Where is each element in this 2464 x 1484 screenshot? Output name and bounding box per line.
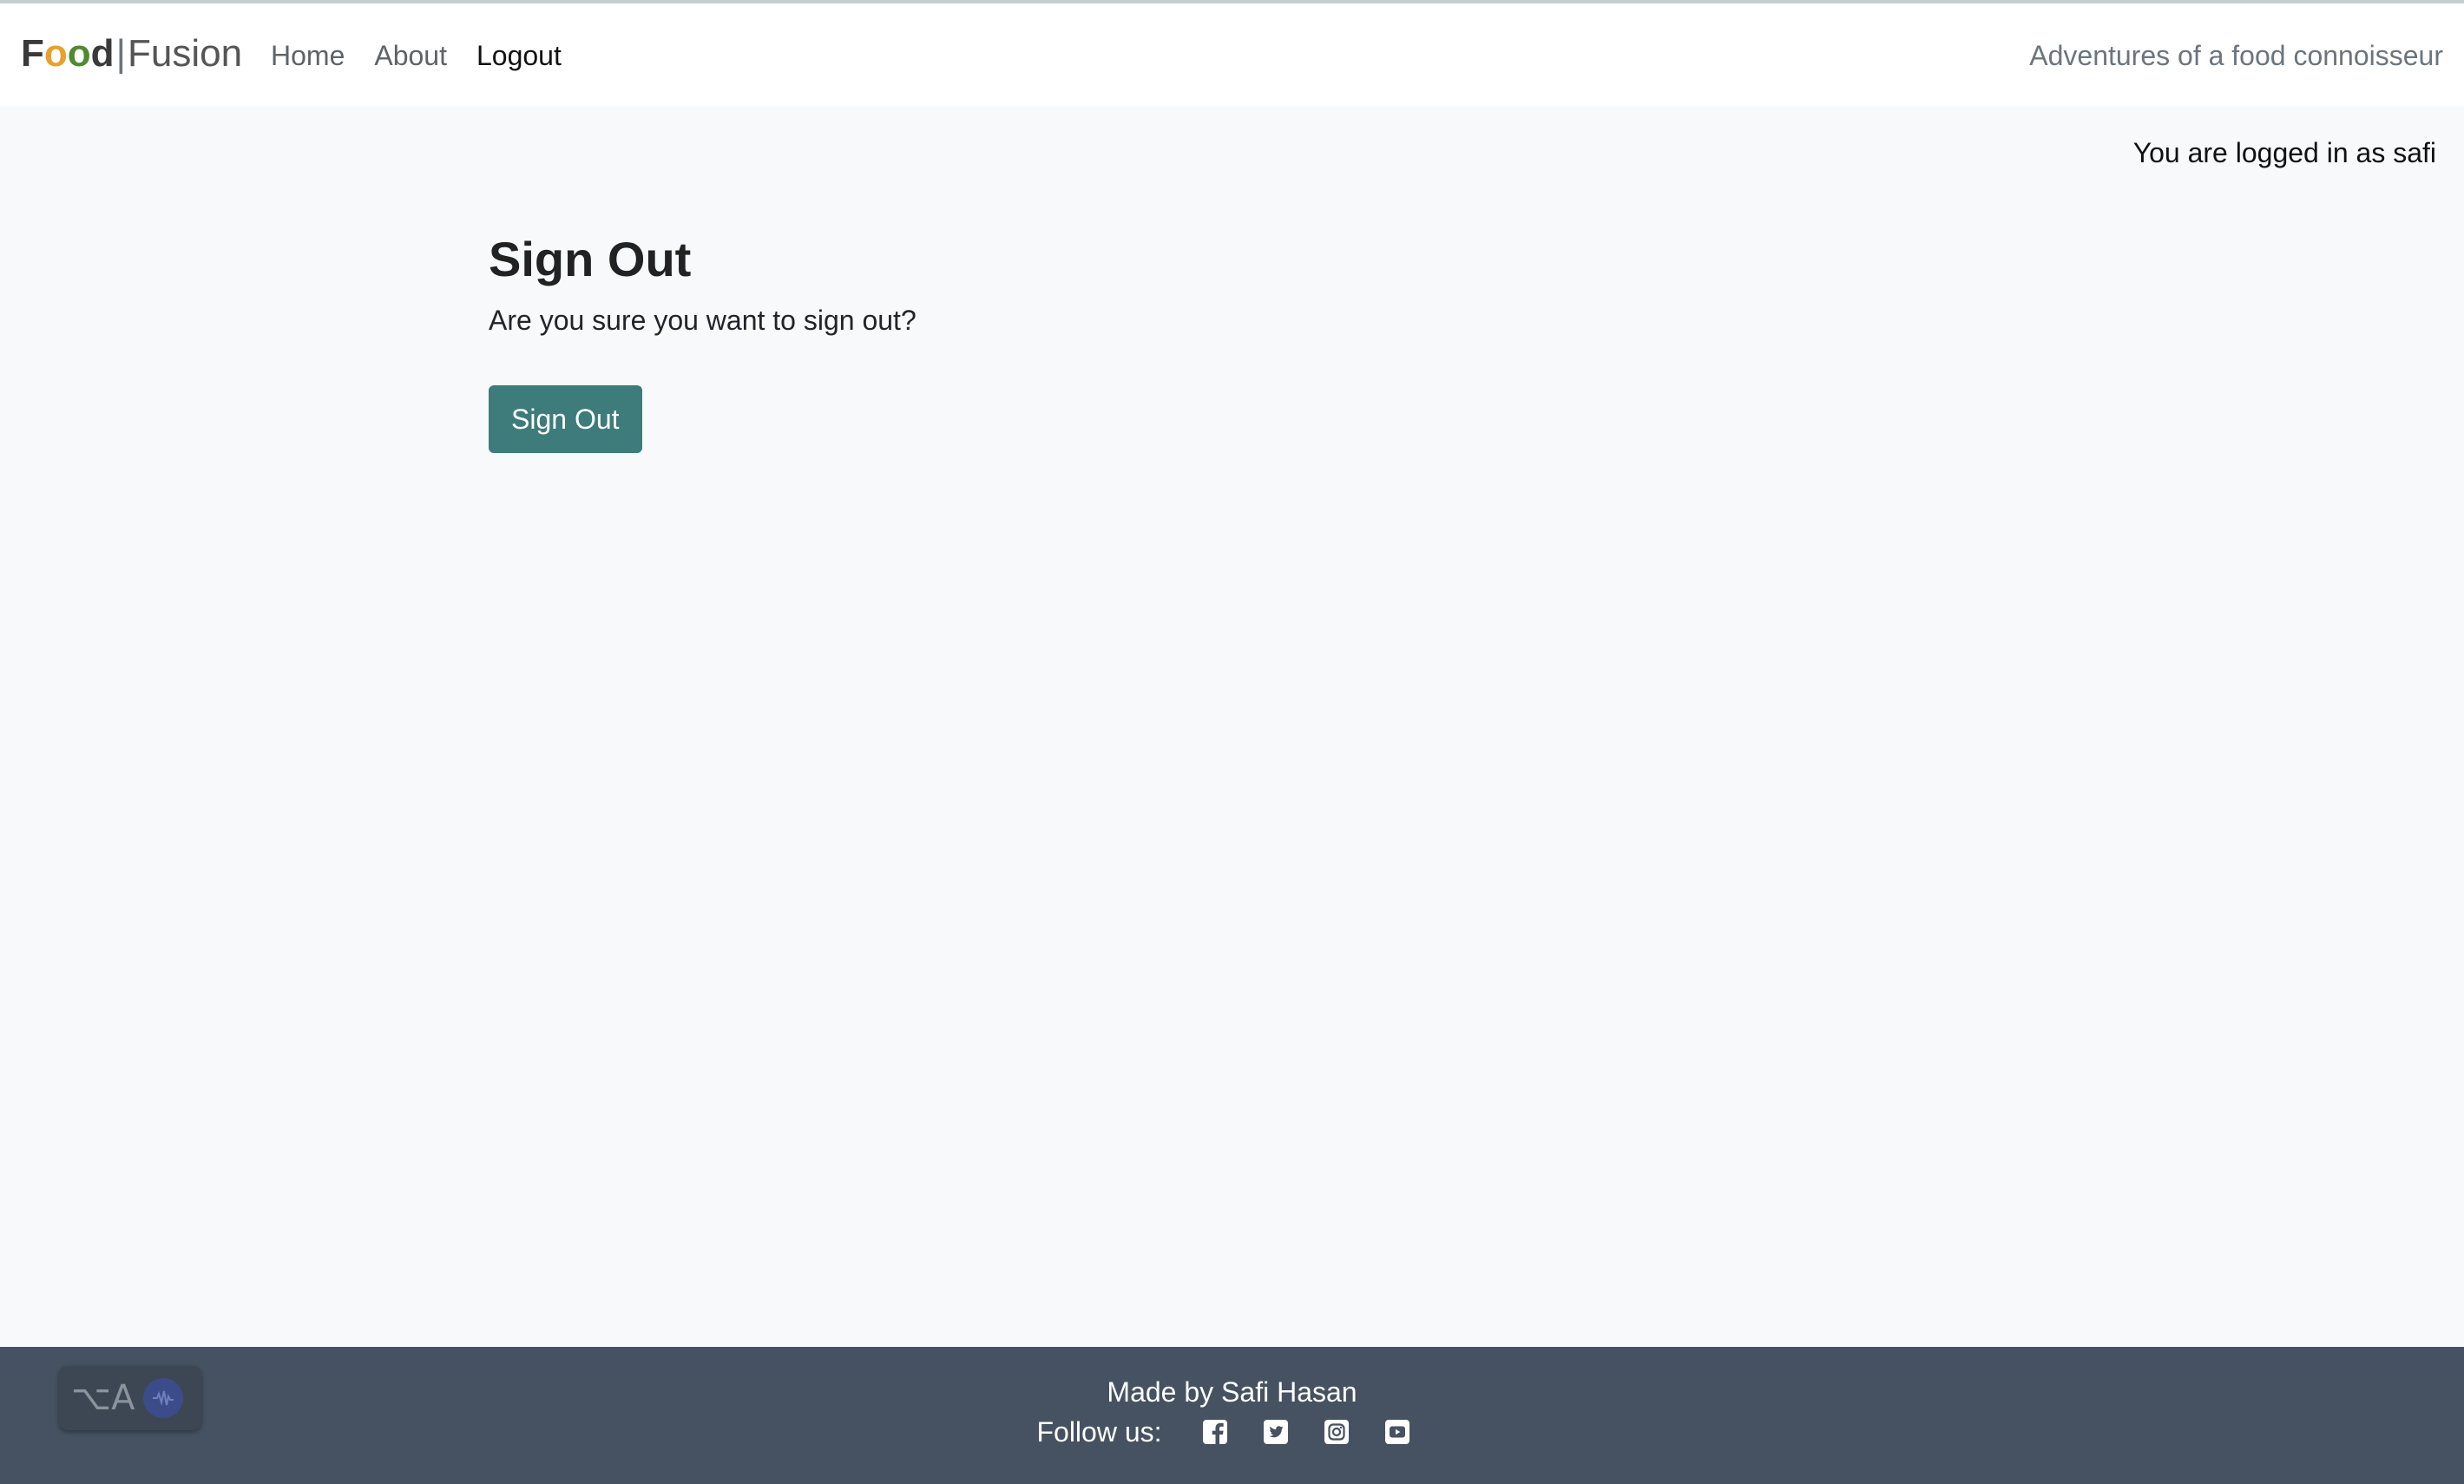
sign-out-question: Are you sure you want to sign out? — [489, 305, 917, 336]
footer: ⌥A Made by Safi Hasan Follow us: — [0, 1347, 2464, 1484]
brand-letter-d: d — [90, 32, 115, 75]
brand-letter-f: F — [21, 32, 44, 75]
sign-out-section: Sign Out Are you sure you want to sign o… — [489, 227, 1704, 453]
sign-out-button[interactable]: Sign Out — [489, 385, 642, 453]
brand-fusion: Fusion — [128, 32, 243, 75]
brand-food: Food — [21, 32, 115, 75]
made-by: Made by Safi Hasan — [1107, 1376, 1357, 1408]
nav-home[interactable]: Home — [271, 38, 345, 73]
youtube-icon[interactable] — [1384, 1419, 1410, 1445]
page-title: Sign Out — [489, 232, 692, 286]
follow-us-label: Follow us: — [1036, 1416, 1162, 1448]
brand-separator: | — [115, 32, 126, 75]
brand-logo[interactable]: Food|Fusion — [21, 30, 242, 78]
main-nav: Home About Logout — [271, 38, 562, 73]
brand-letter-o1: o — [43, 32, 68, 75]
logged-in-status: You are logged in as safi — [2132, 137, 2436, 168]
brand-letter-o2: o — [67, 32, 91, 75]
twitter-icon[interactable] — [1263, 1419, 1289, 1445]
nav-logout[interactable]: Logout — [476, 38, 562, 73]
facebook-icon[interactable] — [1202, 1419, 1228, 1445]
tagline: Adventures of a food connoisseur — [2029, 40, 2443, 71]
instagram-icon[interactable] — [1324, 1419, 1350, 1445]
navbar: Food|Fusion Home About Logout Adventures… — [0, 3, 2464, 106]
follow-us-row: Follow us: — [0, 1415, 2464, 1449]
nav-about[interactable]: About — [374, 38, 447, 73]
